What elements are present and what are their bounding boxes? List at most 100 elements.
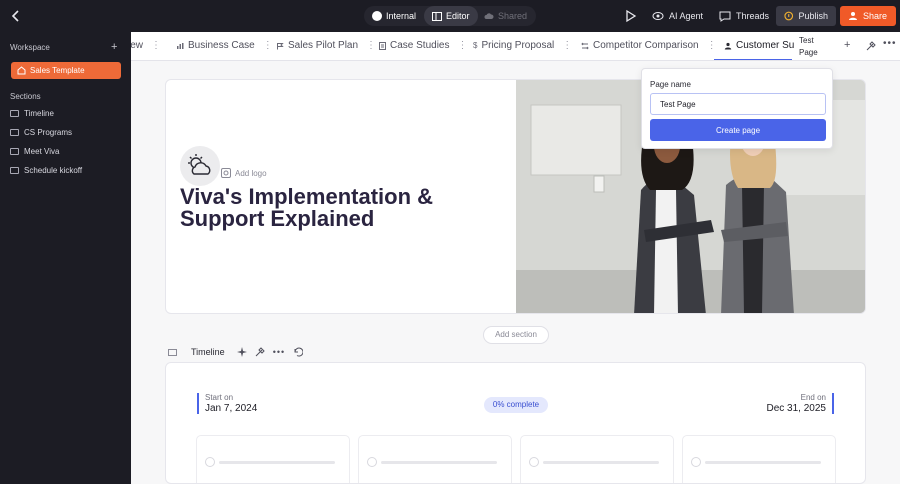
chart-icon (177, 43, 184, 49)
new-page-name-line1: Test (799, 36, 814, 45)
add-section-button[interactable]: Add section (483, 326, 549, 344)
tab-label: view (131, 40, 144, 51)
sales-template-item[interactable]: Sales Template (11, 62, 121, 79)
milestone-knob (529, 457, 539, 467)
tab-pricing-proposal[interactable]: $ Pricing Proposal ⋮ (473, 32, 572, 60)
milestone-card[interactable] (358, 435, 512, 483)
weather-logo[interactable] (180, 146, 220, 186)
sidebar-item-meet-viva[interactable]: Meet Viva (10, 147, 59, 156)
more-options-icon[interactable]: ••• (273, 347, 285, 357)
sales-template-label: Sales Template (30, 66, 85, 75)
cloud-icon (484, 13, 494, 19)
timeline-start[interactable]: Start on Jan 7, 2024 (197, 393, 257, 414)
threads-button[interactable]: Threads (711, 6, 777, 26)
flag-icon (277, 43, 284, 50)
tab-label: Business Case (188, 40, 255, 51)
sidebar: Workspace + Sales Template Sections Time… (0, 32, 131, 484)
share-icon (849, 12, 857, 20)
tab-competitor-comparison[interactable]: Competitor Comparison ⋮ (581, 32, 717, 60)
share-button[interactable]: Share (840, 6, 896, 26)
undo-icon[interactable] (293, 347, 304, 357)
sparkle-icon[interactable] (236, 347, 247, 357)
mode-editor[interactable]: Editor (424, 6, 478, 26)
threads-label: Threads (736, 11, 770, 21)
publish-icon (784, 11, 794, 21)
mode-shared-label: Shared (498, 11, 528, 21)
end-label: End on (800, 393, 826, 402)
milestone-knob (691, 457, 701, 467)
publish-button[interactable]: Publish (776, 6, 836, 26)
section-icon (10, 148, 19, 155)
kebab-icon[interactable]: ⋮ (151, 32, 161, 60)
sidebar-item-label: Meet Viva (24, 147, 60, 156)
share-label: Share (863, 11, 888, 21)
workspace-label: Workspace (10, 43, 50, 52)
more-options-icon[interactable]: ••• (883, 38, 897, 49)
mode-internal[interactable]: Internal (364, 6, 424, 26)
add-page-button[interactable]: + (844, 39, 850, 51)
dollar-icon: $ (473, 41, 478, 50)
sidebar-item-label: CS Programs (24, 128, 73, 137)
page-name-input[interactable] (650, 93, 826, 115)
tab-overview[interactable]: view ⋮ (131, 32, 161, 60)
milestone-card[interactable] (196, 435, 350, 483)
ai-agent-button[interactable]: AI Agent (644, 6, 711, 26)
kebab-icon[interactable]: ⋮ (707, 32, 717, 60)
kebab-icon[interactable]: ⋮ (366, 32, 376, 60)
page-title[interactable]: Viva's Implementation & Support Explaine… (180, 186, 515, 230)
page-tabs: view ⋮ Business Case ⋮ Sales Pilot Plan … (131, 32, 900, 61)
sidebar-item-timeline[interactable]: Timeline (10, 109, 54, 118)
back-arrow-icon[interactable] (8, 8, 24, 24)
milestone-placeholder (219, 461, 335, 464)
section-icon (10, 110, 19, 117)
milestone-knob (367, 457, 377, 467)
create-page-button[interactable]: Create page (650, 119, 826, 141)
tab-label: Case Studies (390, 40, 450, 51)
end-date: Dec 31, 2025 (766, 403, 827, 414)
add-logo-label: Add logo (235, 168, 267, 178)
milestone-card[interactable] (682, 435, 836, 483)
section-icon (10, 129, 19, 136)
progress-badge: 0% complete (484, 397, 548, 413)
add-workspace-button[interactable]: + (111, 41, 117, 53)
tab-sales-pilot-plan[interactable]: Sales Pilot Plan ⋮ (276, 32, 376, 60)
start-label: Start on (205, 393, 234, 402)
page-name-label: Page name (650, 80, 691, 89)
kebab-icon[interactable]: ⋮ (263, 32, 273, 60)
layout-icon (432, 11, 442, 21)
sidebar-item-cs-programs[interactable]: CS Programs (10, 128, 72, 137)
timeline-end[interactable]: End on Dec 31, 2025 (766, 393, 834, 414)
compare-icon (581, 42, 589, 50)
document-icon (379, 42, 386, 50)
tab-customer-success[interactable]: Customer Su (724, 32, 794, 60)
top-bar: Internal Editor Shared AI Agent Threads … (0, 0, 900, 32)
sections-label: Sections (10, 92, 41, 101)
sidebar-item-schedule-kickoff[interactable]: Schedule kickoff (10, 166, 82, 175)
kebab-icon[interactable]: ⋮ (562, 32, 572, 60)
section-icon (168, 348, 177, 356)
mode-editor-label: Editor (446, 11, 470, 21)
new-page-tab[interactable]: Test Page (799, 35, 829, 59)
tab-case-studies[interactable]: Case Studies ⋮ (379, 32, 467, 60)
milestone-card[interactable] (520, 435, 674, 483)
milestone-knob (205, 457, 215, 467)
timeline-section-title[interactable]: Timeline (191, 347, 225, 357)
milestone-placeholder (543, 461, 659, 464)
tab-label: Pricing Proposal (481, 40, 555, 51)
mode-shared[interactable]: Shared (476, 6, 535, 26)
image-icon (221, 168, 231, 178)
kebab-icon[interactable]: ⋮ (457, 32, 467, 60)
tab-business-case[interactable]: Business Case ⋮ (176, 32, 273, 60)
add-logo-button[interactable]: Add logo (221, 168, 267, 178)
eye-icon (652, 12, 664, 20)
circle-icon (372, 11, 382, 21)
mode-switch: Internal Editor Shared (364, 6, 536, 26)
play-icon[interactable] (625, 9, 637, 23)
home-icon (17, 66, 26, 75)
people-icon (724, 42, 732, 50)
timeline-section-toolbar: Timeline ••• (168, 344, 304, 360)
magic-wand-icon[interactable] (255, 347, 265, 357)
timeline-card: Start on Jan 7, 2024 0% complete End on … (165, 362, 866, 484)
magic-wand-icon[interactable] (866, 41, 876, 51)
milestone-placeholder (381, 461, 497, 464)
